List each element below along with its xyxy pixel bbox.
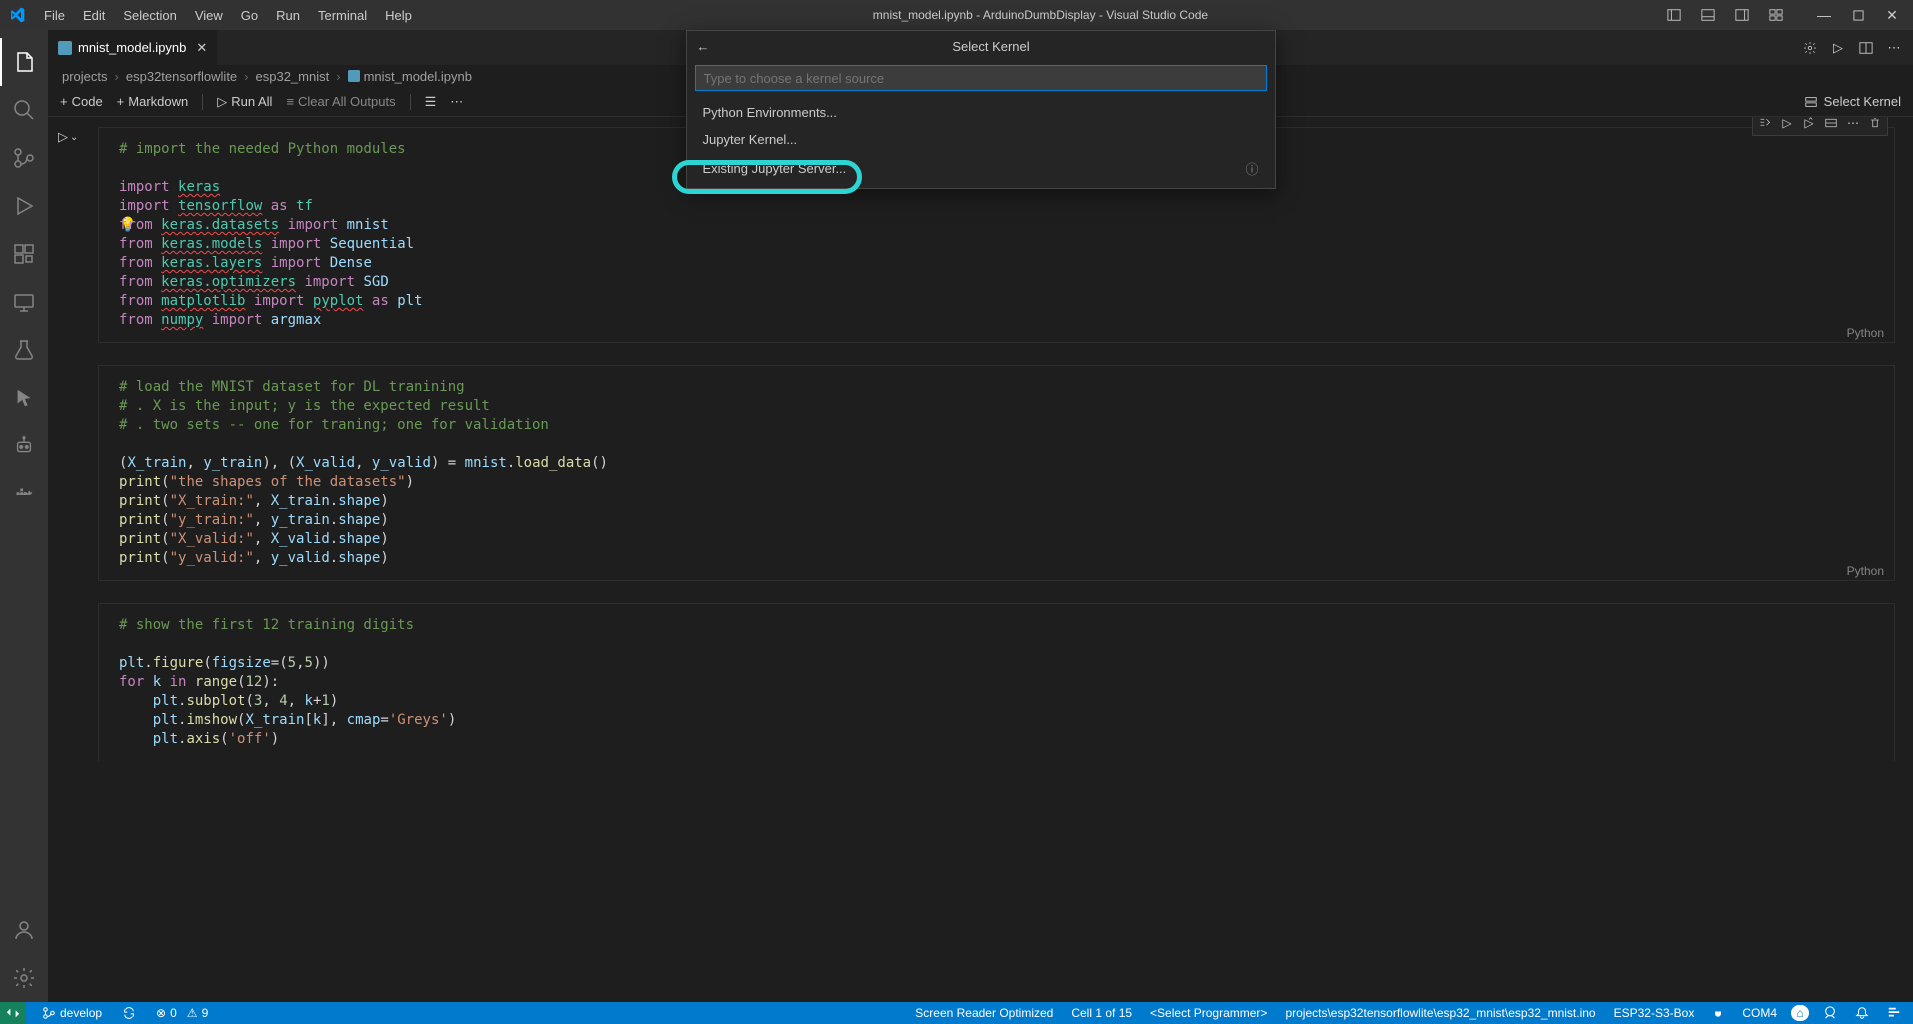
menu-edit[interactable]: Edit [75, 4, 113, 27]
plug-icon[interactable] [1708, 1007, 1728, 1019]
testing-icon[interactable] [0, 326, 48, 374]
quickpick-list: Python Environments... Jupyter Kernel...… [687, 95, 1275, 188]
layout-right-icon[interactable] [1729, 2, 1755, 28]
source-control-icon[interactable] [0, 134, 48, 182]
editor-area: mnist_model.ipynb ✕ ▷ ⋯ projects› esp32t… [48, 30, 1913, 1002]
kernel-picker: ← Select Kernel Python Environments... J… [686, 30, 1276, 189]
menu-run[interactable]: Run [268, 4, 308, 27]
cell-content[interactable]: # load the MNIST dataset for DL traninin… [99, 366, 1894, 580]
settings-gear-icon[interactable] [0, 954, 48, 1002]
quickpick-item-python-env[interactable]: Python Environments... [687, 99, 1275, 126]
tab-mnist-model[interactable]: mnist_model.ipynb ✕ [48, 30, 218, 65]
tab-split-icon[interactable] [1855, 37, 1877, 59]
breadcrumb-item[interactable]: projects [62, 69, 108, 84]
cell-position-indicator[interactable]: Cell 1 of 15 [1067, 1006, 1136, 1020]
programmer-indicator[interactable]: <Select Programmer> [1146, 1006, 1271, 1020]
quickpick-title: Select Kernel [718, 39, 1265, 54]
menu-bar: File Edit Selection View Go Run Terminal… [36, 4, 420, 27]
notifications-icon[interactable] [1851, 1006, 1873, 1020]
copilot-icon[interactable]: ⌂ [1791, 1005, 1809, 1021]
layout-grid-icon[interactable] [1763, 2, 1789, 28]
layout-bottom-icon[interactable] [1695, 2, 1721, 28]
screen-reader-indicator[interactable]: Screen Reader Optimized [911, 1006, 1057, 1020]
maximize-icon[interactable] [1845, 2, 1871, 28]
minimize-icon[interactable]: — [1811, 2, 1837, 28]
menu-help[interactable]: Help [377, 4, 420, 27]
code-cell[interactable]: # load the MNIST dataset for DL traninin… [98, 365, 1895, 581]
branch-indicator[interactable]: develop [38, 1006, 106, 1020]
window-controls: — ✕ [1661, 2, 1905, 28]
clear-outputs-button[interactable]: ≡Clear All Outputs [286, 94, 395, 109]
search-icon[interactable] [0, 86, 48, 134]
close-icon[interactable]: ✕ [1879, 2, 1905, 28]
breadcrumb-item[interactable]: mnist_model.ipynb [364, 69, 472, 84]
quickpick-item-jupyter-kernel[interactable]: Jupyter Kernel... [687, 126, 1275, 153]
vscode-logo-icon [8, 6, 26, 24]
tab-more-icon[interactable]: ⋯ [1883, 37, 1905, 59]
cell-more-icon[interactable]: ⋯ [1843, 117, 1863, 133]
explorer-icon[interactable] [0, 38, 48, 86]
sync-indicator[interactable] [118, 1006, 140, 1020]
execute-cell-icon[interactable]: ▷ [1777, 117, 1797, 133]
sketch-path-indicator[interactable]: projects\esp32tensorflowlite\esp32_mnist… [1281, 1006, 1599, 1020]
cell-area: ▷ ⌄ ▷ ▷̂ ⋯ # import the needed Python mo… [48, 117, 1913, 1002]
activity-bar [0, 30, 48, 1002]
prettier-icon[interactable] [1883, 1006, 1905, 1020]
execute-above-icon[interactable]: ▷̂ [1799, 117, 1819, 133]
menu-selection[interactable]: Selection [115, 4, 184, 27]
cell-toolbar: ▷ ▷̂ ⋯ [1752, 117, 1888, 136]
delete-cell-icon[interactable] [1865, 117, 1885, 133]
outline-button[interactable]: ☰ [425, 94, 437, 110]
menu-view[interactable]: View [187, 4, 231, 27]
more-actions-button[interactable]: ⋯ [450, 94, 463, 110]
menu-go[interactable]: Go [233, 4, 266, 27]
tab-label: mnist_model.ipynb [78, 40, 186, 55]
add-code-button[interactable]: +Code [60, 94, 103, 109]
menu-file[interactable]: File [36, 4, 73, 27]
breadcrumb-item[interactable]: esp32_mnist [256, 69, 330, 84]
run-all-button[interactable]: ▷Run All [217, 94, 272, 110]
server-icon [1804, 95, 1818, 109]
port-indicator[interactable]: COM4 [1738, 1006, 1781, 1020]
select-kernel-button[interactable]: Select Kernel [1824, 94, 1901, 109]
split-cell-icon[interactable] [1821, 117, 1841, 133]
robot-icon[interactable] [0, 422, 48, 470]
status-bar: develop ⊗0 ⚠9 Screen Reader Optimized Ce… [0, 1002, 1913, 1024]
run-cell-gutter[interactable]: ▷ ⌄ [58, 129, 78, 145]
title-bar: File Edit Selection View Go Run Terminal… [0, 0, 1913, 30]
tab-close-icon[interactable]: ✕ [196, 40, 207, 56]
accounts-icon[interactable] [0, 906, 48, 954]
back-icon[interactable]: ← [697, 39, 710, 54]
board-indicator[interactable]: ESP32-S3-Box [1610, 1006, 1699, 1020]
cell-language[interactable]: Python [1847, 564, 1884, 578]
cell-content[interactable]: # show the first 12 training digits plt.… [99, 604, 1894, 761]
extensions-icon[interactable] [0, 230, 48, 278]
kernel-search-input[interactable] [695, 65, 1267, 91]
cursor-icon[interactable] [0, 374, 48, 422]
tab-settings-icon[interactable] [1799, 37, 1821, 59]
cell-language[interactable]: Python [1847, 326, 1884, 340]
problems-indicator[interactable]: ⊗0 ⚠9 [152, 1006, 212, 1020]
code-cell[interactable]: # show the first 12 training digits plt.… [98, 603, 1895, 761]
notebook-file-icon [58, 41, 72, 55]
breadcrumb-item[interactable]: esp32tensorflowlite [126, 69, 237, 84]
notebook-file-icon [348, 70, 360, 82]
run-by-line-icon[interactable] [1755, 117, 1775, 133]
menu-terminal[interactable]: Terminal [310, 4, 375, 27]
feedback-icon[interactable] [1819, 1006, 1841, 1020]
remote-indicator[interactable] [0, 1002, 26, 1024]
info-icon[interactable]: ⓘ [1245, 159, 1258, 178]
remote-explorer-icon[interactable] [0, 278, 48, 326]
docker-icon[interactable] [0, 470, 48, 518]
add-markdown-button[interactable]: +Markdown [117, 94, 189, 109]
tab-run-icon[interactable]: ▷ [1827, 37, 1849, 59]
layout-left-icon[interactable] [1661, 2, 1687, 28]
window-title: mnist_model.ipynb - ArduinoDumbDisplay -… [420, 8, 1661, 22]
run-debug-icon[interactable] [0, 182, 48, 230]
quickpick-item-existing-server[interactable]: Existing Jupyter Server... ⓘ [687, 153, 1275, 184]
